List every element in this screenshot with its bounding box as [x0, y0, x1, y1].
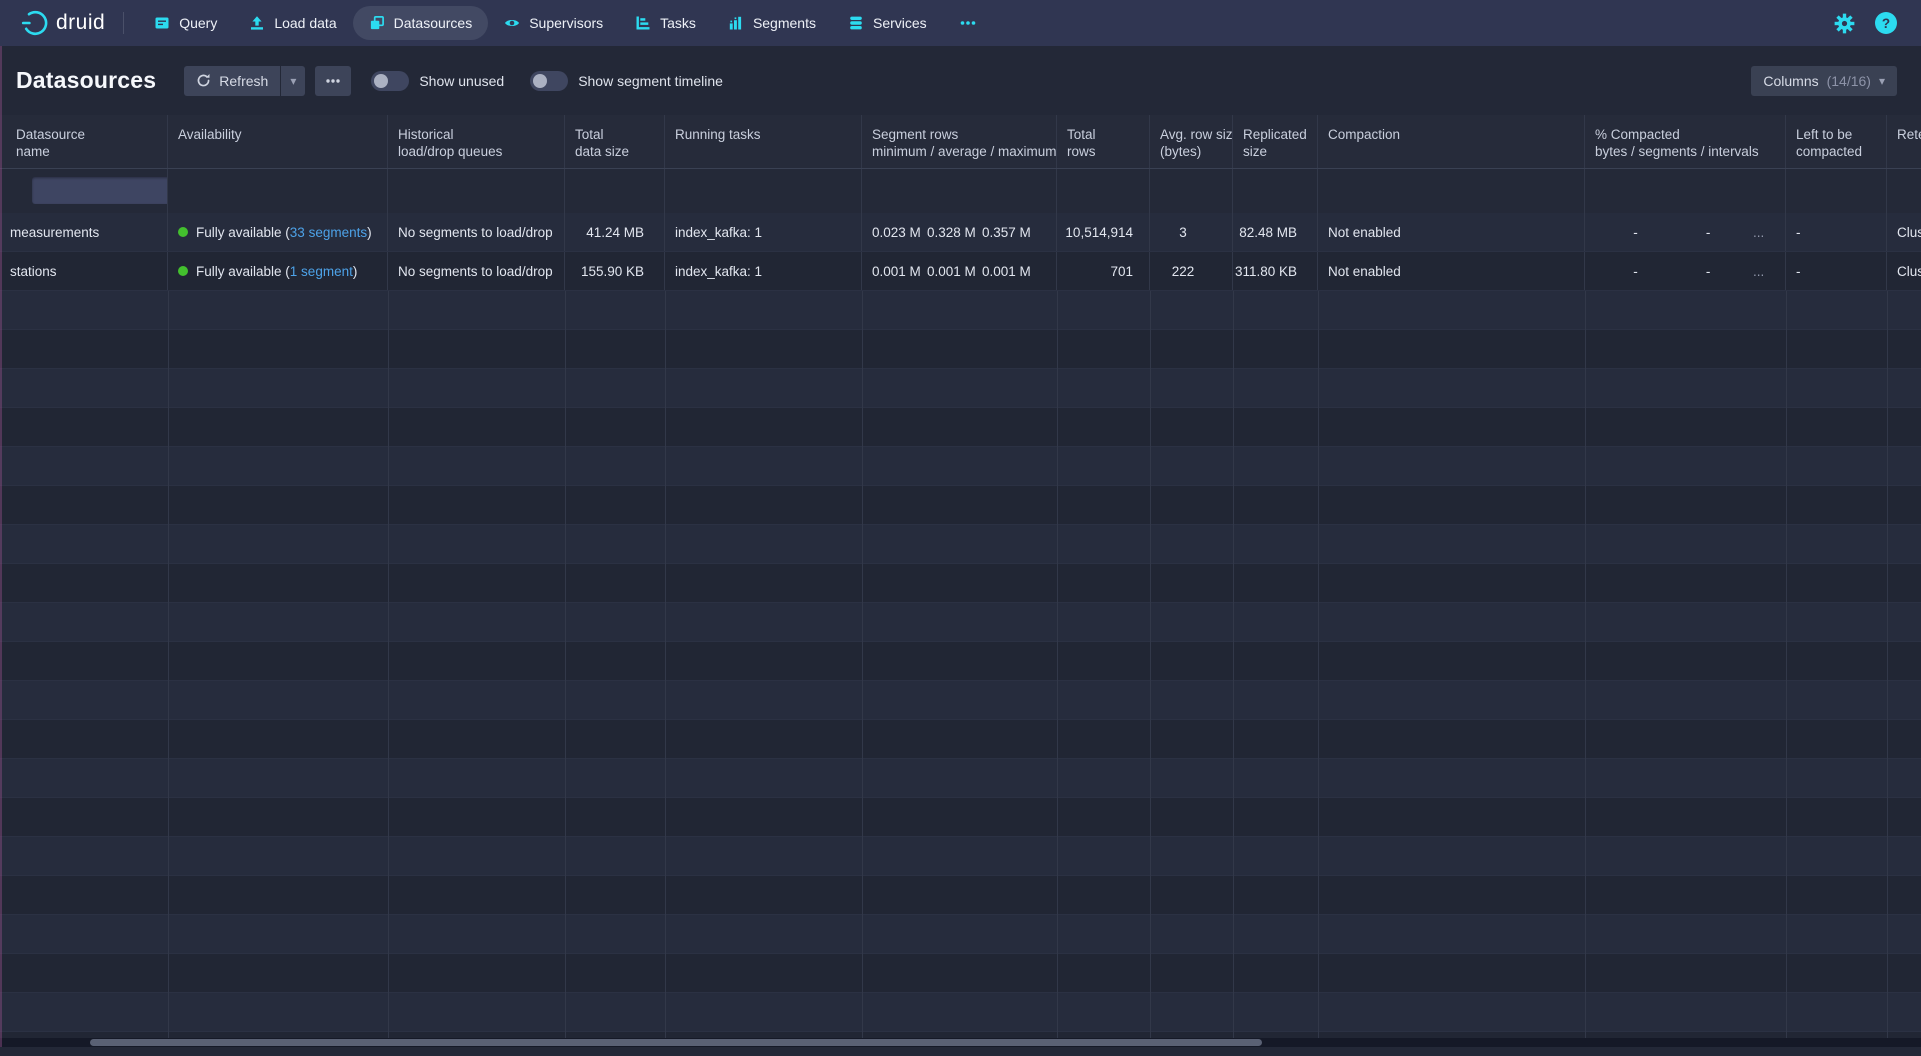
more-actions-button[interactable]: [315, 66, 351, 96]
col-header-replicated-size[interactable]: Replicatedsize: [1233, 115, 1318, 168]
col-header-left-to-be-compacted[interactable]: Left to becompacted: [1786, 115, 1887, 168]
horizontal-scrollbar-thumb[interactable]: [90, 1039, 1262, 1046]
table-row: measurements Fully available (33 segment…: [0, 213, 1921, 252]
filter-row: [0, 169, 1921, 213]
nav-item-more[interactable]: [943, 6, 993, 40]
nav-item-supervisors[interactable]: Supervisors: [488, 6, 619, 40]
left-to-compact-cell: -: [1786, 252, 1887, 290]
col-header-segment-rows[interactable]: Segment rowsminimum / average / maximum: [862, 115, 1057, 168]
horizontal-scrollbar[interactable]: [0, 1038, 1921, 1047]
database-icon: [848, 15, 864, 31]
col-header-datasource-name[interactable]: Datasourcename: [0, 115, 168, 168]
segment-rows-cell: 0.023 M 0.328 M 0.357 M: [862, 213, 1057, 251]
datasources-table: Datasourcename Availability Historicallo…: [0, 115, 1921, 1047]
running-tasks-cell: index_kafka: 1: [665, 213, 862, 251]
segment-rows-cell: 0.001 M 0.001 M 0.001 M: [862, 252, 1057, 290]
refresh-icon: [196, 73, 211, 88]
nav-menu: Query Load data Datasources: [138, 0, 992, 46]
pct-compacted-cell: - - ...: [1585, 213, 1786, 251]
nav-item-tasks[interactable]: Tasks: [619, 6, 712, 40]
toggle-knob: [374, 74, 388, 88]
available-status-icon: [178, 227, 188, 237]
more-ellipsis-icon: [325, 74, 341, 88]
settings-button[interactable]: [1834, 13, 1855, 34]
gear-icon: [1834, 13, 1855, 34]
datasource-name-cell: stations: [0, 252, 168, 290]
col-header-total-data-size[interactable]: Totaldata size: [565, 115, 665, 168]
total-rows-cell: 10,514,914: [1057, 213, 1150, 251]
nav-divider: [123, 12, 124, 34]
col-header-compaction[interactable]: Compaction: [1318, 115, 1585, 168]
total-data-size-cell: 155.90 KB: [565, 252, 665, 290]
availability-cell: Fully available (1 segment): [168, 252, 388, 290]
nav-item-services[interactable]: Services: [832, 6, 943, 40]
segments-link[interactable]: 33 segments: [290, 225, 367, 240]
gantt-icon: [635, 15, 651, 31]
toggle-knob: [533, 74, 547, 88]
show-unused-toggle[interactable]: Show unused: [371, 71, 504, 91]
nav-item-segments[interactable]: Segments: [712, 6, 832, 40]
compaction-cell: Not enabled: [1318, 252, 1585, 290]
total-data-size-cell: 41.24 MB: [565, 213, 665, 251]
druid-logo-icon: [20, 9, 48, 37]
datasources-icon: [369, 15, 385, 31]
bar-chart-icon: [728, 15, 744, 31]
page-title: Datasources: [16, 67, 156, 94]
columns-button[interactable]: Columns (14/16) ▾: [1751, 66, 1897, 96]
nav-item-query[interactable]: Query: [138, 6, 233, 40]
nav-item-datasources[interactable]: Datasources: [353, 6, 489, 40]
running-tasks-cell: index_kafka: 1: [665, 252, 862, 290]
load-drop-cell: No segments to load/drop: [388, 213, 565, 251]
retention-cell[interactable]: Cluster default: [1887, 252, 1921, 290]
help-button[interactable]: ?: [1875, 12, 1897, 34]
refresh-split-button: Refresh ▾: [184, 66, 305, 96]
availability-cell: Fully available (33 segments): [168, 213, 388, 251]
nav-item-load-data[interactable]: Load data: [233, 6, 352, 40]
col-header-avg-row-size[interactable]: Avg. row size(bytes): [1150, 115, 1233, 168]
col-header-retention[interactable]: Retention: [1887, 115, 1921, 168]
compaction-cell: Not enabled: [1318, 213, 1585, 251]
replicated-size-cell: 82.48 MB: [1233, 213, 1318, 251]
total-rows-cell: 701: [1057, 252, 1150, 290]
logo-wordmark: druid: [56, 11, 105, 35]
col-header-running-tasks[interactable]: Running tasks: [665, 115, 862, 168]
col-header-availability[interactable]: Availability: [168, 115, 388, 168]
show-segment-timeline-toggle[interactable]: Show segment timeline: [530, 71, 723, 91]
upload-icon: [249, 15, 265, 31]
segments-link[interactable]: 1 segment: [290, 264, 353, 279]
refresh-button[interactable]: Refresh: [184, 66, 280, 96]
col-header-total-rows[interactable]: Totalrows: [1057, 115, 1150, 168]
eye-icon: [504, 15, 520, 31]
table-header-row: Datasourcename Availability Historicallo…: [0, 115, 1921, 169]
toggle-track: [371, 71, 409, 91]
help-icon: ?: [1875, 12, 1897, 34]
empty-rows: [0, 291, 1921, 1047]
avg-row-size-cell: 222: [1150, 252, 1233, 290]
avg-row-size-cell: 3: [1150, 213, 1233, 251]
more-ellipsis-icon: [959, 15, 977, 31]
top-nav: druid Query Load data: [0, 0, 1921, 46]
chevron-down-icon: ▾: [290, 75, 296, 87]
datasource-name-cell: measurements: [0, 213, 168, 251]
load-drop-cell: No segments to load/drop: [388, 252, 565, 290]
chevron-down-icon: ▾: [1879, 75, 1885, 87]
left-edge-artifact: [0, 46, 2, 1047]
druid-logo[interactable]: druid: [20, 9, 105, 37]
available-status-icon: [178, 266, 188, 276]
filter-cell: [0, 169, 168, 213]
datasource-filter-input[interactable]: [32, 177, 168, 204]
left-to-compact-cell: -: [1786, 213, 1887, 251]
pct-compacted-cell: - - ...: [1585, 252, 1786, 290]
svg-text:?: ?: [1882, 16, 1890, 31]
toggle-track: [530, 71, 568, 91]
nav-right-actions: ?: [1834, 12, 1921, 34]
refresh-options-button[interactable]: ▾: [281, 66, 305, 96]
table-row: stations Fully available (1 segment) No …: [0, 252, 1921, 291]
retention-cell[interactable]: Cluster default: [1887, 213, 1921, 251]
view-toolbar: Datasources Refresh ▾ Show unused Show: [0, 46, 1921, 115]
replicated-size-cell: 311.80 KB: [1233, 252, 1318, 290]
col-header-pct-compacted[interactable]: % Compactedbytes / segments / intervals: [1585, 115, 1786, 168]
col-header-historical-queues[interactable]: Historicalload/drop queues: [388, 115, 565, 168]
query-icon: [154, 15, 170, 31]
